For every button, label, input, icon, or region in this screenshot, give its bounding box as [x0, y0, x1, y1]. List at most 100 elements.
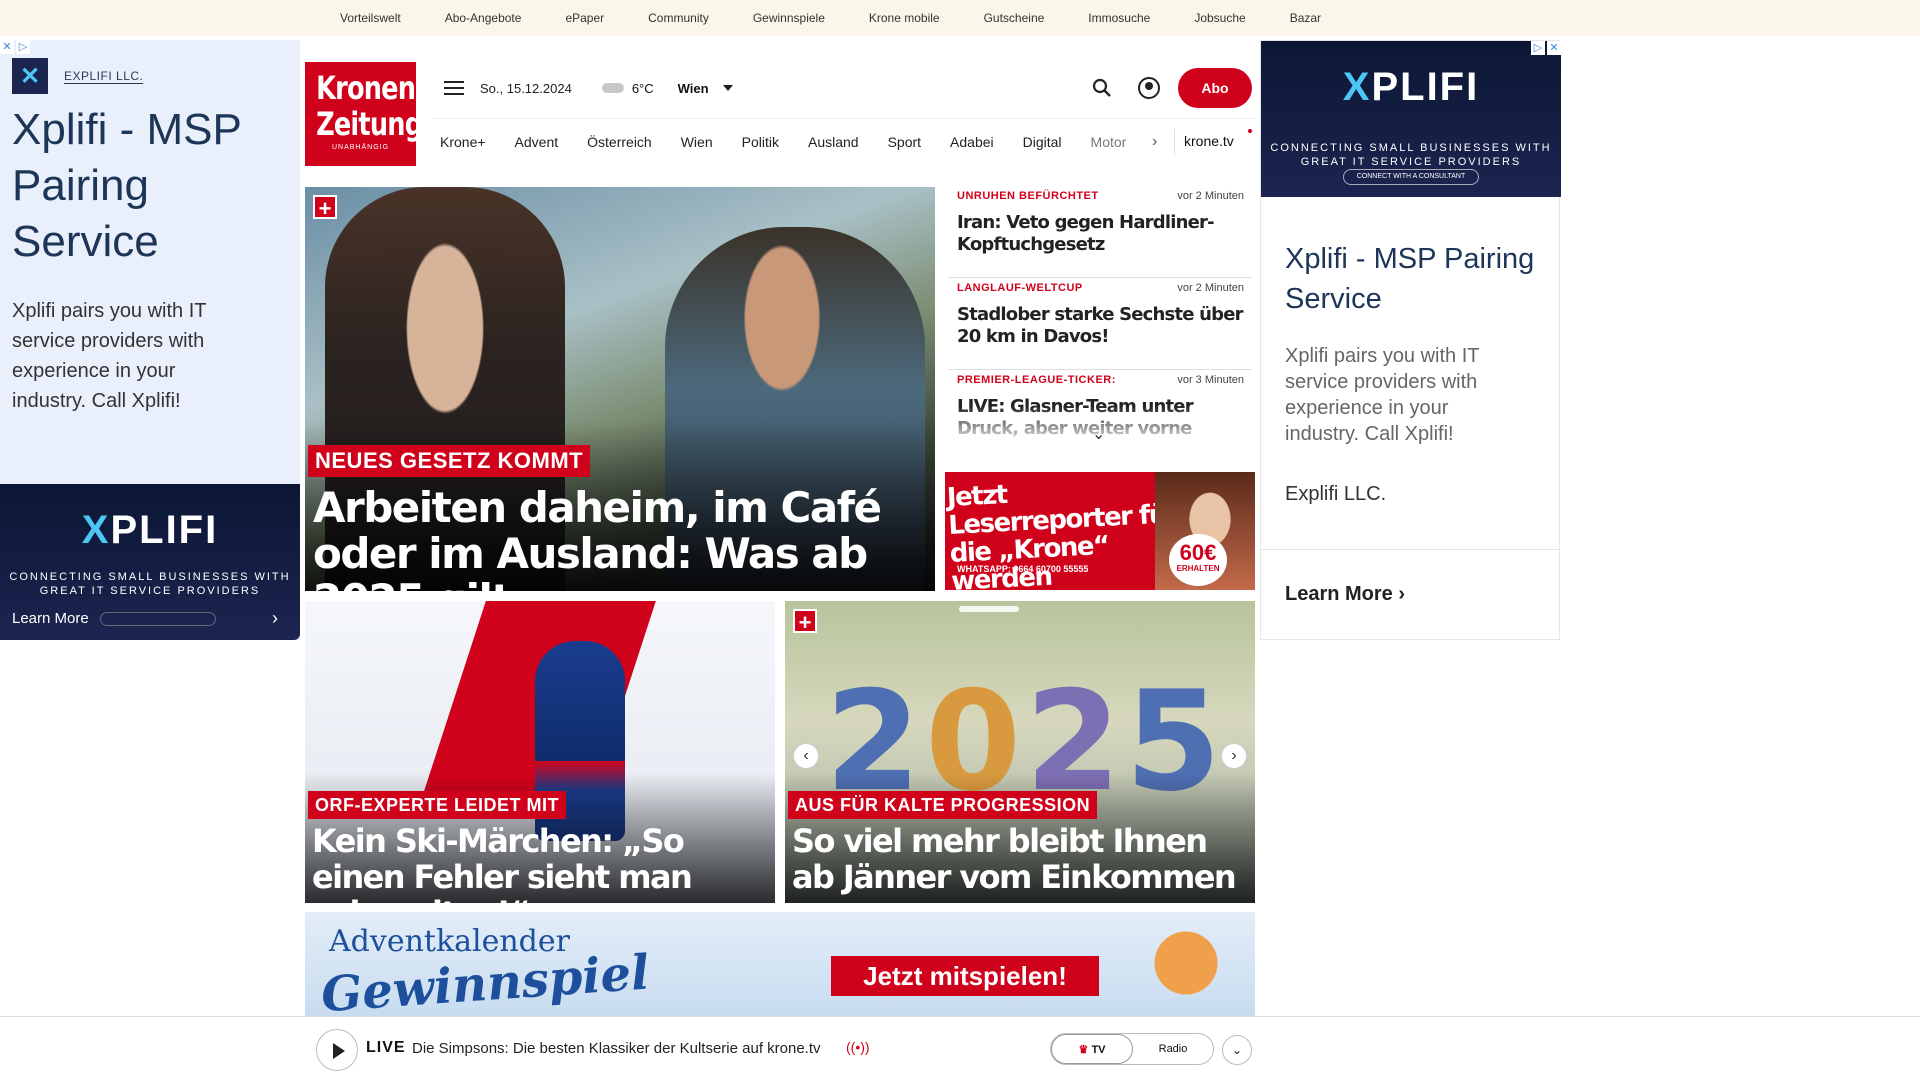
abo-button[interactable]: Abo	[1178, 68, 1252, 108]
ad-body: Xplifi pairs you with IT service provide…	[1285, 345, 1480, 445]
ticker-category: UNRUHEN BEFÜRCHTET	[957, 190, 1099, 202]
search-icon[interactable]	[1092, 78, 1112, 98]
xplifi-wordmark: XPLIFI	[81, 508, 219, 552]
card-title[interactable]: So viel mehr bleibt Ihnen ab Jänner vom …	[792, 823, 1252, 895]
topbar-link-gutscheine[interactable]: Gutscheine	[984, 11, 1045, 25]
ad-brand-row: ✕ EXPLIFI LLC.	[12, 58, 144, 94]
ad-choices[interactable]: ▷ ✕	[1531, 41, 1561, 55]
menu-icon[interactable]	[444, 81, 464, 95]
article-card-ski[interactable]: ORF-EXPERTE LEIDET MIT Kein Ski-Märchen:…	[305, 601, 775, 903]
nav-item-krone-plus[interactable]: Krone+	[440, 134, 486, 150]
ad-banner[interactable]: XPLIFI CONNECTING SMALL BUSINESSES WITH …	[1261, 41, 1561, 197]
nav-item-oesterreich[interactable]: Österreich	[587, 134, 652, 150]
ad-company: Explifi LLC.	[1285, 483, 1387, 505]
nav-item-advent[interactable]: Advent	[515, 134, 559, 150]
live-description[interactable]: Die Simpsons: Die besten Klassiker der K…	[412, 1040, 821, 1057]
hero-title[interactable]: Arbeiten daheim, im Café oder im Ausland…	[313, 485, 923, 592]
main-nav: Krone+ Advent Österreich Wien Politik Au…	[432, 118, 1256, 164]
cloud-icon	[601, 83, 624, 93]
card-title[interactable]: Kein Ski-Märchen: „So einen Fehler sieht…	[312, 823, 772, 903]
play-icon[interactable]	[316, 1029, 358, 1071]
chevron-right-icon[interactable]: ›	[1221, 743, 1247, 769]
advent-gewinnspiel-banner[interactable]: Adventkalender Gewinnspiel Jetzt mitspie…	[305, 912, 1255, 1016]
ticker-headline[interactable]: Stadlober starke Sechste über 20 km in D…	[957, 304, 1247, 348]
ad-close-icon[interactable]: ✕	[0, 40, 14, 54]
header-date: So., 15.12.2024	[480, 80, 572, 96]
chevron-down-icon[interactable]: ⌄	[1222, 1035, 1252, 1065]
radio-option[interactable]: Radio	[1133, 1034, 1213, 1064]
caret-down-icon[interactable]	[722, 85, 733, 91]
fox-mascot-image	[1131, 918, 1241, 1016]
ticker-category: PREMIER-LEAGUE-TICKER:	[957, 374, 1116, 386]
left-advertisement[interactable]: ✕ ▷ ✕ EXPLIFI LLC. Xplifi - MSP Pairing …	[0, 40, 300, 640]
nav-item-adabei[interactable]: Adabei	[950, 134, 994, 150]
article-card-einkommen[interactable]: 2025 + ‹ › AUS FÜR KALTE PROGRESSION So …	[785, 601, 1255, 903]
topbar-link-community[interactable]: Community	[648, 11, 709, 25]
right-advertisement[interactable]: XPLIFI CONNECTING SMALL BUSINESSES WITH …	[1260, 40, 1561, 640]
ad-banner-tagline: CONNECTING SMALL BUSINESSES WITH GREAT I…	[1270, 142, 1552, 168]
nav-item-politik[interactable]: Politik	[742, 134, 779, 150]
city-selector[interactable]: Wien	[678, 81, 709, 96]
live-label: LIVE	[366, 1039, 406, 1056]
hero-kicker: NEUES GESETZ KOMMT	[308, 445, 591, 477]
chevron-left-icon[interactable]: ‹	[793, 743, 819, 769]
ad-banner-cta[interactable]: CONNECT WITH A CONSULTANT	[1343, 169, 1479, 185]
ad-brand-name[interactable]: EXPLIFI LLC.	[64, 69, 144, 84]
topbar-link-immosuche[interactable]: Immosuche	[1088, 11, 1150, 25]
topbar-link-bazar[interactable]: Bazar	[1290, 11, 1321, 25]
ad-learn-more[interactable]: Learn More ›	[1285, 583, 1405, 606]
topbar-link-abo-angebote[interactable]: Abo-Angebote	[445, 11, 522, 25]
nav-item-digital[interactable]: Digital	[1023, 134, 1062, 150]
divider	[1174, 129, 1175, 155]
ticker-item[interactable]: UNRUHEN BEFÜRCHTET vor 2 Minuten Iran: V…	[948, 186, 1252, 278]
ad-banner[interactable]: XPLIFI CONNECTING SMALL BUSINESSES WITH …	[0, 484, 300, 640]
ad-choices[interactable]: ✕ ▷	[0, 40, 32, 56]
nav-item-motor[interactable]: Motor	[1091, 134, 1127, 150]
tv-option[interactable]: ♛ TV	[1051, 1034, 1133, 1064]
chevron-down-icon[interactable]: ⌄	[1092, 424, 1105, 444]
topbar-link-gewinnspiele[interactable]: Gewinnspiele	[753, 11, 825, 25]
promo-badge-sub: ERHALTEN	[1176, 564, 1220, 573]
chevron-right-icon[interactable]: ›	[272, 608, 278, 629]
ticker-category: LANGLAUF-WELTCUP	[957, 282, 1083, 294]
chevron-right-icon[interactable]: ›	[1152, 133, 1157, 151]
krone-logo[interactable]: Kronen Zeitung UNABHÄNGIG	[305, 62, 423, 166]
broadcast-icon: ((•))	[846, 1039, 870, 1055]
ad-close-icon[interactable]: ✕	[1547, 41, 1561, 55]
promo-badge: 60€ ERHALTEN	[1169, 534, 1227, 586]
nav-item-ausland[interactable]: Ausland	[808, 134, 859, 150]
ad-banner-pill	[100, 612, 216, 626]
top-utility-bar: Vorteilswelt Abo-Angebote ePaper Communi…	[0, 0, 1920, 36]
hero-article[interactable]: + NEUES GESETZ KOMMT Arbeiten daheim, im…	[305, 187, 935, 591]
nav-item-wien[interactable]: Wien	[681, 134, 713, 150]
nav-item-krone-tv[interactable]: krone.tv	[1184, 133, 1234, 149]
ad-info-icon[interactable]: ▷	[16, 40, 30, 54]
news-ticker: UNRUHEN BEFÜRCHTET vor 2 Minuten Iran: V…	[948, 186, 1252, 446]
ad-info-icon[interactable]: ▷	[1531, 41, 1545, 55]
live-dot-icon	[1248, 129, 1252, 133]
ticker-time: vor 2 Minuten	[1177, 190, 1244, 202]
ad-learn-more[interactable]: Learn More	[12, 610, 89, 627]
logo-line-1: Kronen	[316, 69, 416, 107]
topbar-link-epaper[interactable]: ePaper	[565, 11, 604, 25]
promo-badge-value: 60€	[1179, 540, 1217, 565]
ad-headline[interactable]: Xplifi - MSP Pairing Service	[1285, 239, 1545, 319]
mitspielen-button[interactable]: Jetzt mitspielen!	[831, 956, 1099, 996]
topbar-link-jobsuche[interactable]: Jobsuche	[1194, 11, 1245, 25]
nav-item-sport[interactable]: Sport	[888, 134, 921, 150]
slider-indicator[interactable]	[959, 606, 1019, 612]
leserreporter-promo[interactable]: Jetzt Leserreporter für die „Krone“ werd…	[945, 472, 1255, 590]
ticker-headline[interactable]: Iran: Veto gegen Hardliner-Kopftuchgeset…	[957, 212, 1247, 256]
tv-radio-toggle[interactable]: ♛ TV Radio	[1050, 1033, 1214, 1065]
ad-headline[interactable]: Xplifi - MSP Pairing Service	[12, 102, 292, 270]
header-temperature: 6°C	[631, 80, 654, 96]
user-icon[interactable]	[1138, 77, 1160, 99]
ticker-item[interactable]: LANGLAUF-WELTCUP vor 2 Minuten Stadlober…	[948, 278, 1252, 370]
chevron-right-icon: ›	[1398, 583, 1406, 605]
topbar-link-krone-mobile[interactable]: Krone mobile	[869, 11, 940, 25]
logo-subtitle: UNABHÄNGIG	[331, 144, 390, 151]
ad-banner-tagline: CONNECTING SMALL BUSINESSES WITH GREAT I…	[9, 571, 291, 597]
topbar-link-vorteilswelt[interactable]: Vorteilswelt	[340, 11, 401, 25]
ad-body: Xplifi pairs you with IT service provide…	[12, 300, 207, 412]
live-player-bar: LIVE Die Simpsons: Die besten Klassiker …	[0, 1016, 1920, 1080]
